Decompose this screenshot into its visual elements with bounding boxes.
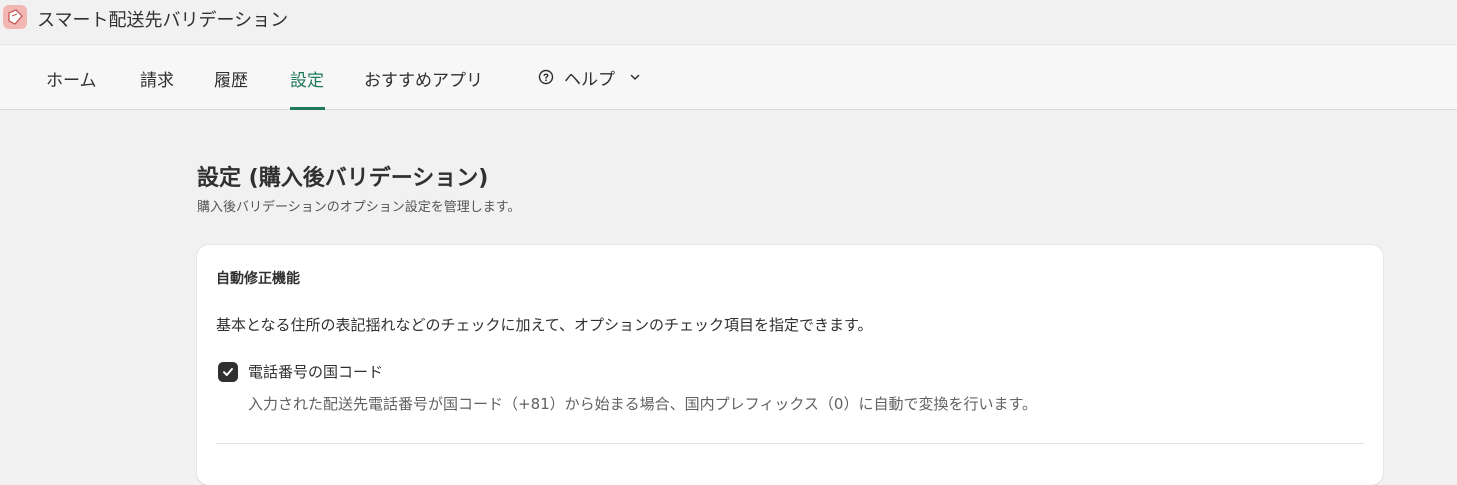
nav-tab-recommended-apps[interactable]: おすすめアプリ (364, 66, 483, 91)
nav-tab-home[interactable]: ホーム (46, 66, 97, 91)
help-label: ヘルプ (564, 69, 615, 90)
nav-tab-history[interactable]: 履歴 (214, 66, 248, 91)
page-title: 設定 (購入後バリデーション) (197, 166, 489, 191)
help-circle-icon (538, 69, 554, 85)
phone-country-code-label[interactable]: 電話番号の国コード (248, 361, 383, 382)
help-menu-button[interactable]: ヘルプ (538, 64, 641, 90)
phone-country-code-help-text: 入力された配送先電話番号が国コード（+81）から始まる場合、国内プレフィックス（… (248, 395, 1037, 413)
divider (216, 443, 1364, 444)
nav-tab-billing[interactable]: 請求 (140, 66, 174, 91)
checkmark-icon (223, 368, 233, 376)
card-heading: 自動修正機能 (216, 271, 300, 287)
main-nav: ホーム 請求 履歴 設定 おすすめアプリ ヘルプ (0, 44, 1457, 110)
page-subtitle: 購入後バリデーションのオプション設定を管理します。 (197, 200, 521, 215)
phone-country-code-checkbox[interactable] (218, 362, 238, 382)
app-title: スマート配送先バリデーション (37, 10, 289, 31)
card-description: 基本となる住所の表記揺れなどのチェックに加えて、オプションのチェック項目を指定で… (216, 316, 873, 334)
nav-tab-settings[interactable]: 設定 (290, 66, 324, 91)
chevron-down-icon (630, 74, 640, 80)
active-tab-indicator (290, 107, 325, 110)
app-logo-icon (3, 5, 27, 29)
auto-correction-card: 自動修正機能 基本となる住所の表記揺れなどのチェックに加えて、オプションのチェッ… (197, 245, 1383, 485)
app-titlebar: スマート配送先バリデーション (0, 0, 1457, 44)
